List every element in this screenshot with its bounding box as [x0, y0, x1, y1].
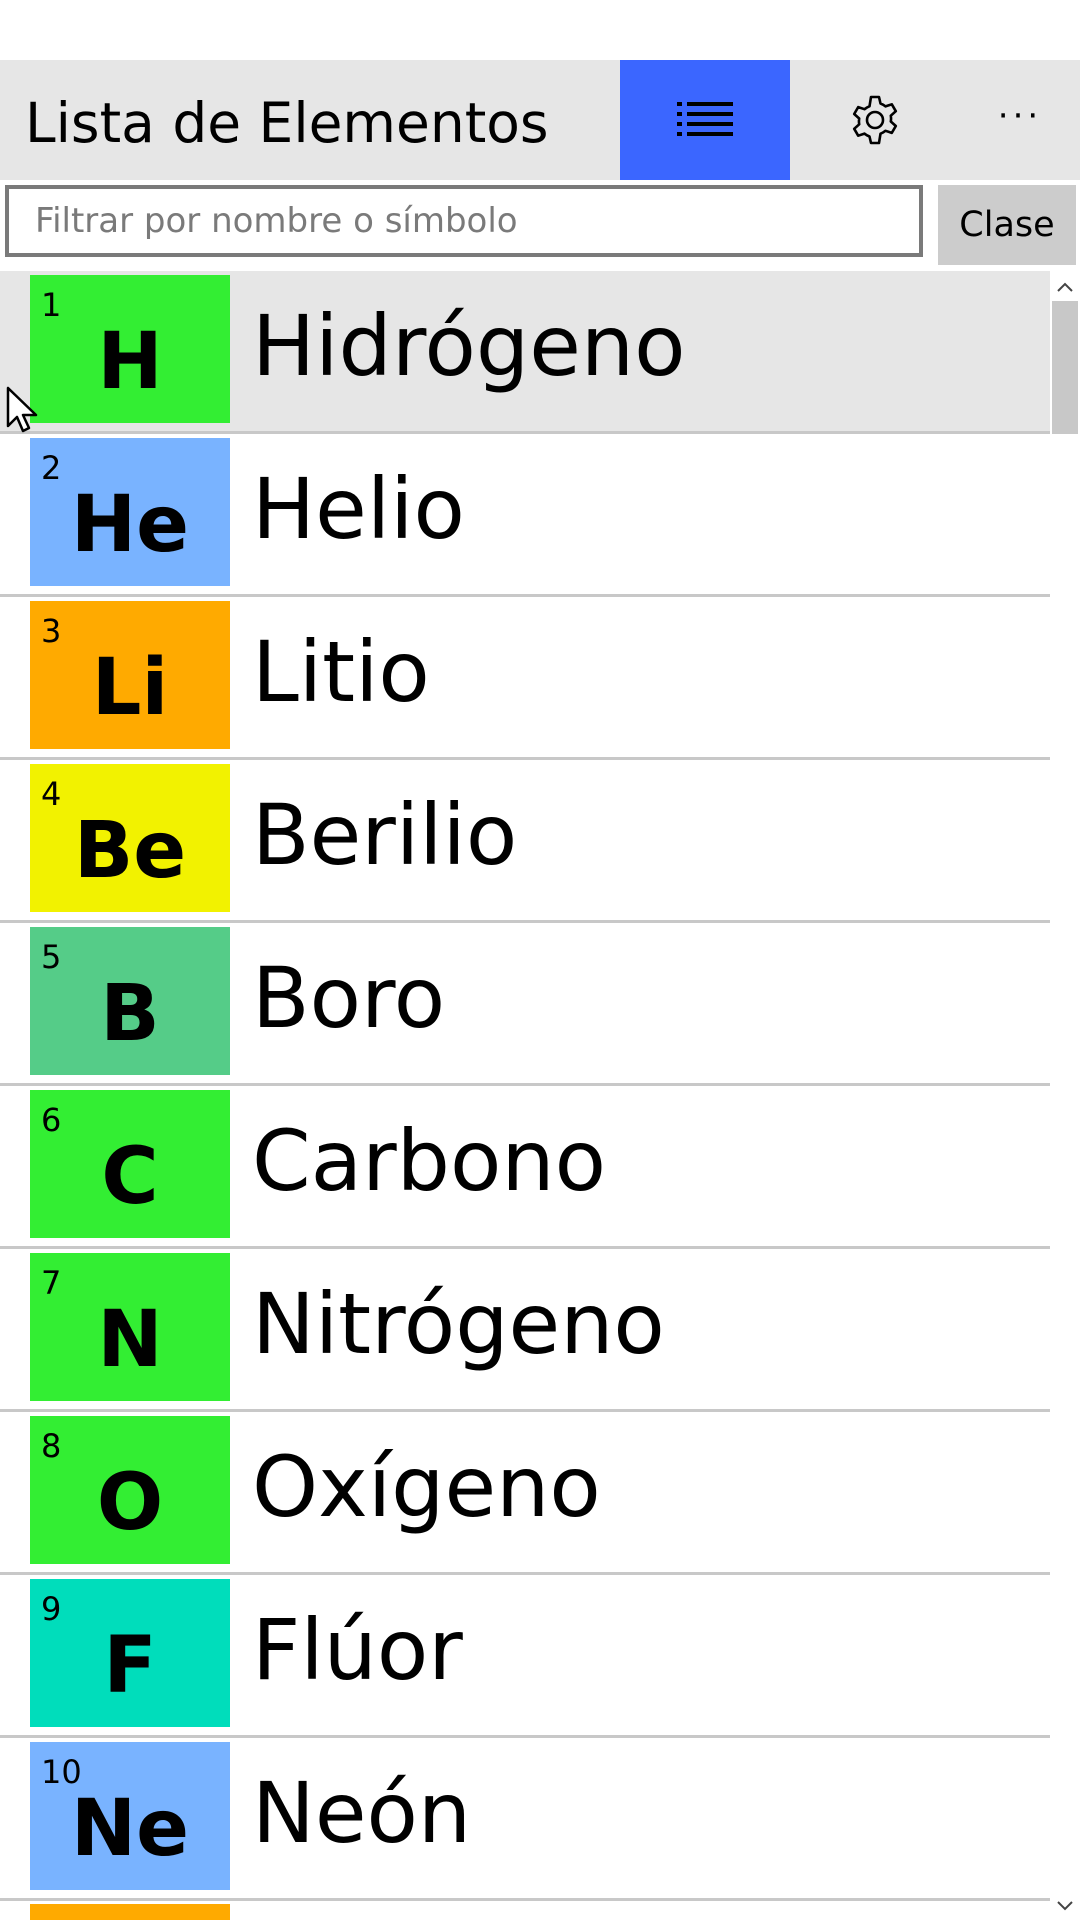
- element-symbol: Li: [91, 643, 169, 733]
- element-name: Carbono: [252, 1112, 607, 1210]
- element-tile: 6C: [30, 1090, 230, 1238]
- element-list[interactable]: 1 H Hidrógeno 2 He Helio 3 Li Litio 4 Be Berilio 5 B B…: [0, 271, 1050, 1920]
- clear-filter-button[interactable]: Clase: [938, 185, 1076, 265]
- element-symbol: O: [96, 1458, 164, 1548]
- more-icon: ···: [997, 96, 1043, 136]
- atomic-number: 5: [41, 938, 62, 976]
- element-tile: 10 Ne: [30, 1742, 230, 1890]
- vertical-scrollbar[interactable]: [1050, 271, 1080, 1920]
- element-symbol: He: [70, 480, 190, 570]
- list-item[interactable]: 8 O Oxígeno: [0, 1412, 1050, 1575]
- element-tile: 3 Li: [30, 601, 230, 749]
- element-tile: 8O: [30, 1416, 230, 1564]
- list-item[interactable]: 6 C Carbono: [0, 1086, 1050, 1249]
- list-item[interactable]: 5 B Boro: [0, 923, 1050, 1086]
- element-symbol: C: [101, 1132, 159, 1222]
- element-symbol: Ne: [70, 1784, 190, 1874]
- element-name: Flúor: [252, 1601, 463, 1699]
- element-name: Litio: [252, 623, 430, 721]
- mouse-cursor-icon: [6, 386, 38, 433]
- command-bar: Lista de Elementos ···: [0, 60, 1080, 180]
- scroll-thumb[interactable]: [1052, 301, 1078, 434]
- atomic-number: 8: [41, 1427, 62, 1465]
- gear-icon: [852, 95, 898, 145]
- atomic-number: 1: [41, 286, 62, 324]
- element-symbol: N: [97, 1295, 163, 1385]
- element-tile: 9F: [30, 1579, 230, 1727]
- element-name: Helio: [252, 460, 465, 558]
- list-item[interactable]: 3 Li Litio: [0, 597, 1050, 760]
- element-tile: 5B: [30, 927, 230, 1075]
- element-symbol: B: [100, 969, 160, 1059]
- settings-button[interactable]: [790, 60, 960, 180]
- atomic-number: 2: [41, 449, 62, 487]
- list-icon: [677, 102, 733, 136]
- element-name: Boro: [252, 949, 446, 1047]
- app-window: Lista de Elementos ··· Filtrar por nombr…: [0, 0, 1080, 1920]
- element-name: Neón: [252, 1764, 472, 1862]
- element-symbol: H: [97, 317, 163, 407]
- element-tile: 4 Be: [30, 764, 230, 912]
- list-item[interactable]: 1 H Hidrógeno: [0, 271, 1050, 434]
- atomic-number: 3: [41, 612, 62, 650]
- element-tile: 1H: [30, 275, 230, 423]
- filter-input[interactable]: [5, 185, 923, 257]
- more-options-button[interactable]: ···: [960, 60, 1080, 180]
- element-name: Nitrógeno: [252, 1275, 665, 1373]
- element-tile: 7N: [30, 1253, 230, 1401]
- list-view-button[interactable]: [620, 60, 790, 180]
- list-item[interactable]: 4 Be Berilio: [0, 760, 1050, 923]
- filter-bar: Clase: [0, 180, 1080, 270]
- atomic-number: 6: [41, 1101, 62, 1139]
- list-item[interactable]: 7 N Nitrógeno: [0, 1249, 1050, 1412]
- element-symbol: F: [103, 1621, 157, 1711]
- list-item[interactable]: 9 F Flúor: [0, 1575, 1050, 1738]
- chevron-down-icon: [1057, 1901, 1073, 1911]
- element-symbol: Be: [73, 806, 187, 896]
- element-name: Hidrógeno: [252, 297, 686, 395]
- element-name: Oxígeno: [252, 1438, 601, 1536]
- list-item[interactable]: 10 Ne Neón: [0, 1738, 1050, 1901]
- atomic-number: 4: [41, 775, 62, 813]
- chevron-up-icon: [1057, 282, 1073, 292]
- atomic-number: 9: [41, 1590, 62, 1628]
- element-name: Berilio: [252, 786, 518, 884]
- list-item[interactable]: 2 He Helio: [0, 434, 1050, 597]
- atomic-number: 7: [41, 1264, 62, 1302]
- scroll-down-button[interactable]: [1050, 1892, 1080, 1920]
- scroll-up-button[interactable]: [1050, 273, 1080, 301]
- element-tile: 2 He: [30, 438, 230, 586]
- page-title: Lista de Elementos: [25, 91, 549, 155]
- next-element-tile: [30, 1904, 230, 1920]
